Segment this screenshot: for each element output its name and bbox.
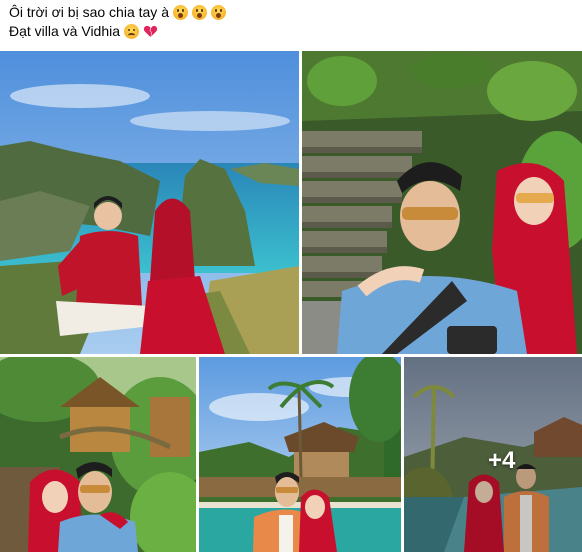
shocked-face-icon [191, 5, 207, 20]
photo-2[interactable] [302, 51, 582, 354]
more-photos-count: +4 [488, 447, 516, 474]
shocked-face-icon [210, 5, 226, 20]
photo-1-image [0, 51, 299, 354]
photo-2-image [302, 51, 582, 354]
shocked-face-icon [172, 5, 188, 20]
caption-line-1: Ôi trời ơi bị sao chia tay à [9, 3, 569, 22]
caption-text-2: Đạt villa và Vidhia [9, 23, 121, 39]
caption-text-1: Ôi trời ơi bị sao chia tay à [9, 4, 169, 20]
photo-5-more[interactable]: +4 [404, 357, 582, 552]
photo-1[interactable] [0, 51, 299, 354]
photo-3[interactable] [0, 357, 196, 552]
broken-heart-icon [143, 24, 158, 39]
sad-face-icon [124, 24, 140, 39]
post-caption: Ôi trời ơi bị sao chia tay à Đạt villa v… [9, 3, 569, 41]
caption-line-2: Đạt villa và Vidhia [9, 22, 569, 41]
photo-4[interactable] [199, 357, 401, 552]
photo-3-image [0, 357, 196, 552]
photo-4-image [199, 357, 401, 552]
